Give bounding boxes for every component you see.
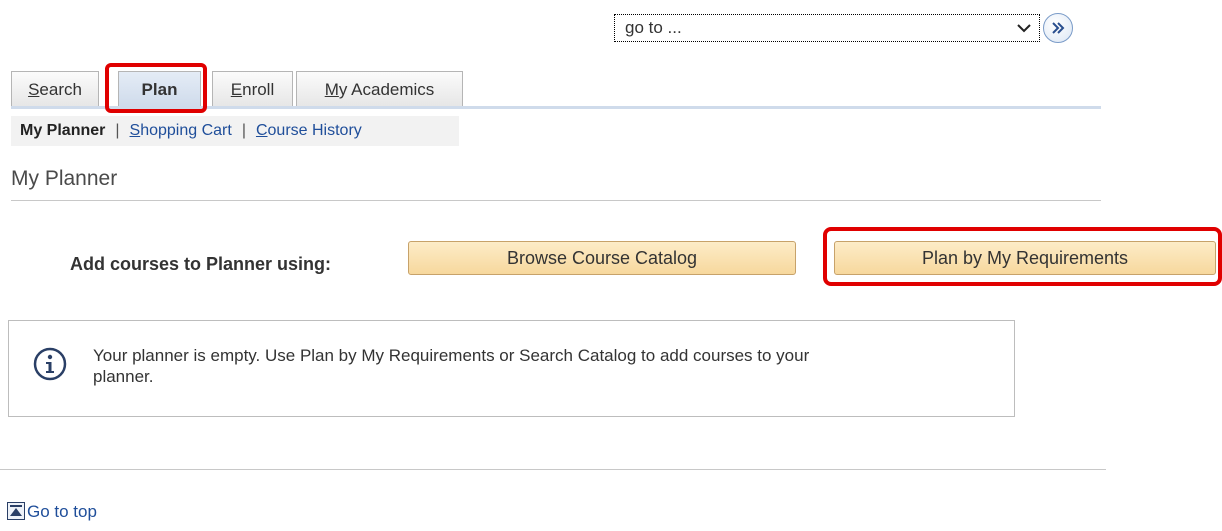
empty-planner-message: Your planner is empty. Use Plan by My Re… bbox=[8, 320, 1015, 417]
browse-course-catalog-button[interactable]: Browse Course Catalog bbox=[408, 241, 796, 275]
shopping-cart-mnemonic: S bbox=[129, 122, 141, 139]
go-to-top-link[interactable]: Go to top bbox=[7, 502, 97, 522]
browse-course-catalog-label: Browse Course Catalog bbox=[506, 247, 698, 268]
tab-my-academics[interactable]: My Academics bbox=[296, 71, 463, 107]
goto-select[interactable]: go to ... bbox=[614, 14, 1040, 42]
course-history-label: ourse History bbox=[267, 122, 362, 139]
tab-search-mnemonic: S bbox=[28, 79, 40, 99]
tab-search[interactable]: Search bbox=[11, 71, 99, 107]
subnav-course-history-link[interactable]: Course History bbox=[256, 122, 362, 140]
add-courses-label: Add courses to Planner using: bbox=[70, 254, 332, 274]
subnav-separator: | bbox=[241, 122, 246, 139]
subnav-shopping-cart-link[interactable]: Shopping Cart bbox=[130, 122, 232, 140]
goto-select-value: go to ... bbox=[625, 18, 682, 37]
sub-navigation: My Planner | Shopping Cart | Course Hist… bbox=[11, 116, 459, 146]
tab-my-academics-mnemonic: M bbox=[324, 79, 339, 99]
tab-enroll-mnemonic: E bbox=[230, 79, 243, 99]
course-history-mnemonic: C bbox=[255, 122, 268, 139]
go-to-top-icon bbox=[7, 502, 25, 520]
tab-my-academics-label: y Academics bbox=[338, 79, 435, 99]
subnav-separator: | bbox=[115, 122, 120, 139]
tab-enroll[interactable]: Enroll bbox=[212, 71, 293, 107]
plan-tab-highlight bbox=[105, 63, 207, 113]
tab-search-label: earch bbox=[39, 79, 82, 99]
goto-bar: go to ... bbox=[614, 13, 1073, 43]
bottom-divider bbox=[0, 469, 1106, 470]
plan-by-requirements-label: Plan by My Requirements bbox=[921, 247, 1129, 268]
subnav-my-planner: My Planner bbox=[20, 122, 106, 139]
chevron-down-icon bbox=[1017, 24, 1031, 33]
goto-submit-button[interactable] bbox=[1043, 13, 1073, 43]
plan-by-requirements-button[interactable]: Plan by My Requirements bbox=[834, 241, 1216, 275]
go-to-top-label: Go to top bbox=[27, 502, 97, 521]
tab-bar: Search Plan Enroll My Academics bbox=[11, 71, 466, 107]
info-icon bbox=[33, 347, 67, 381]
title-divider bbox=[11, 200, 1101, 201]
tab-enroll-label: nroll bbox=[242, 79, 275, 99]
shopping-cart-label: hopping Cart bbox=[140, 122, 232, 139]
page-title: My Planner bbox=[11, 167, 118, 190]
page: go to ... Search Plan Enroll My Academic… bbox=[0, 0, 1222, 531]
double-chevron-right-icon bbox=[1052, 22, 1065, 34]
info-message-text: Your planner is empty. Use Plan by My Re… bbox=[93, 346, 810, 386]
